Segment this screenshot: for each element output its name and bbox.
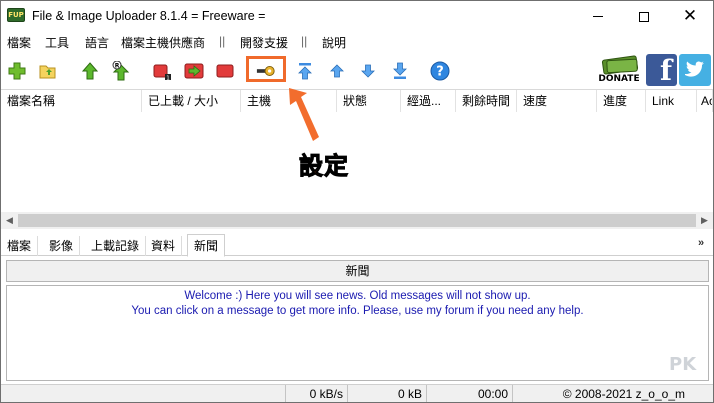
file-list[interactable] [1,112,713,212]
move-up-button[interactable] [327,61,347,81]
column-remaining-time[interactable]: 剩餘時間 [456,90,517,112]
menu-language[interactable]: 語言 [85,34,109,51]
minimize-button[interactable] [575,1,621,32]
close-button[interactable]: ✕ [667,1,713,32]
settings-annotation-label: 設定 [299,152,349,181]
move-top-icon [298,63,312,80]
menu-help[interactable]: 說明 [322,34,346,51]
help-icon: ? [430,61,450,81]
menu-tools[interactable]: 工具 [45,34,69,51]
tab-upload-log[interactable]: 上載記錄 [85,236,147,256]
svg-text:1: 1 [166,75,170,81]
collapse-panel-icon[interactable]: » [698,237,704,249]
upload-icon [82,62,98,80]
status-speed: 0 kB/s [285,385,347,402]
column-elapsed[interactable]: 經過... [401,90,456,112]
menu-host-providers[interactable]: 檔案主機供應商 [121,34,205,51]
close-icon: ✕ [682,6,698,26]
open-folder-icon [39,65,56,79]
resume-upload-icon: R [112,61,130,81]
add-icon [8,62,26,80]
move-up-icon [330,64,344,78]
menu-file[interactable]: 檔案 [7,34,31,51]
scroll-right-icon[interactable]: ▶ [696,212,713,229]
horizontal-scrollbar[interactable]: ◀ ▶ [1,212,713,229]
watermark-logo: PK [669,354,697,375]
move-bottom-icon [393,62,407,79]
column-link[interactable]: Link [646,90,697,112]
upload-button[interactable] [80,61,100,81]
svg-text:?: ? [436,65,444,80]
forward-button[interactable] [184,61,204,81]
column-progress[interactable]: 進度 [597,90,646,112]
status-time: 00:00 [426,385,512,402]
scrollbar-thumb[interactable] [18,214,696,227]
donate-label: DONATE [598,74,640,84]
add-files-button[interactable] [7,61,27,81]
status-size: 0 kB [347,385,426,402]
column-speed[interactable]: 速度 [517,90,597,112]
move-down-icon [361,64,375,78]
column-uploaded-size[interactable]: 已上載 / 大小 [142,90,241,112]
status-copyright: © 2008-2021 z_o_o_m [512,385,689,402]
title-bar: FUP File & Image Uploader 8.1.4 = Freewa… [1,1,713,32]
move-top-button[interactable] [295,61,315,81]
file-list-header: 檔案名稱 已上載 / 大小 主機 狀態 經過... 剩餘時間 速度 進度 Lin… [1,90,713,112]
open-folder-button[interactable] [38,61,58,81]
maximize-icon [639,11,649,22]
resume-upload-button[interactable]: R [111,61,131,81]
menu-dev-support[interactable]: 開發支援 [240,34,288,51]
menu-separator: || [219,34,226,48]
window-title: File & Image Uploader 8.1.4 = Freeware = [32,9,266,23]
news-message[interactable]: Welcome :) Here you will see news. Old m… [7,290,708,302]
donate-button[interactable]: DONATE [595,55,643,87]
delete-icon [216,64,234,78]
move-bottom-button[interactable] [390,61,410,81]
tab-images[interactable]: 影像 [43,236,81,256]
maximize-button[interactable] [621,1,667,32]
scroll-left-icon[interactable]: ◀ [1,212,18,229]
column-status[interactable]: 狀態 [337,90,401,112]
tab-files[interactable]: 檔案 [1,236,39,256]
news-message[interactable]: You can click on a message to get more i… [7,305,708,317]
twitter-icon[interactable] [679,54,711,86]
annotation-arrow-icon [289,88,319,141]
settings-highlight-box [246,56,286,82]
app-logo-icon: FUP [7,8,25,22]
delete-button[interactable] [215,61,235,81]
twitter-bird-icon [685,61,704,77]
news-header-button[interactable]: 新聞 [6,260,709,282]
move-down-button[interactable] [358,61,378,81]
forward-icon [184,63,204,79]
svg-text:R: R [115,63,120,70]
stop-icon: 1 [153,64,171,81]
news-panel: Welcome :) Here you will see news. Old m… [6,285,709,381]
menu-separator: || [301,34,308,48]
app-window: FUP File & Image Uploader 8.1.4 = Freewa… [0,0,714,403]
minimize-icon [593,16,603,17]
stop-upload-button[interactable]: 1 [152,61,172,81]
status-bar: 0 kB/s 0 kB 00:00 © 2008-2021 z_o_o_m [1,384,713,402]
tab-news[interactable]: 新聞 [187,234,226,257]
column-action[interactable]: Ac [697,90,713,112]
tab-data[interactable]: 資料 [145,236,183,256]
bottom-tabs: 檔案 影像 上載記錄 資料 新聞 [1,234,713,257]
help-button[interactable]: ? [430,61,450,81]
money-icon [601,55,639,75]
facebook-icon[interactable]: f [646,54,677,86]
menu-bar: 檔案 工具 語言 檔案主機供應商 || 開發支援 || 說明 [1,32,713,51]
column-filename[interactable]: 檔案名稱 [1,90,142,112]
